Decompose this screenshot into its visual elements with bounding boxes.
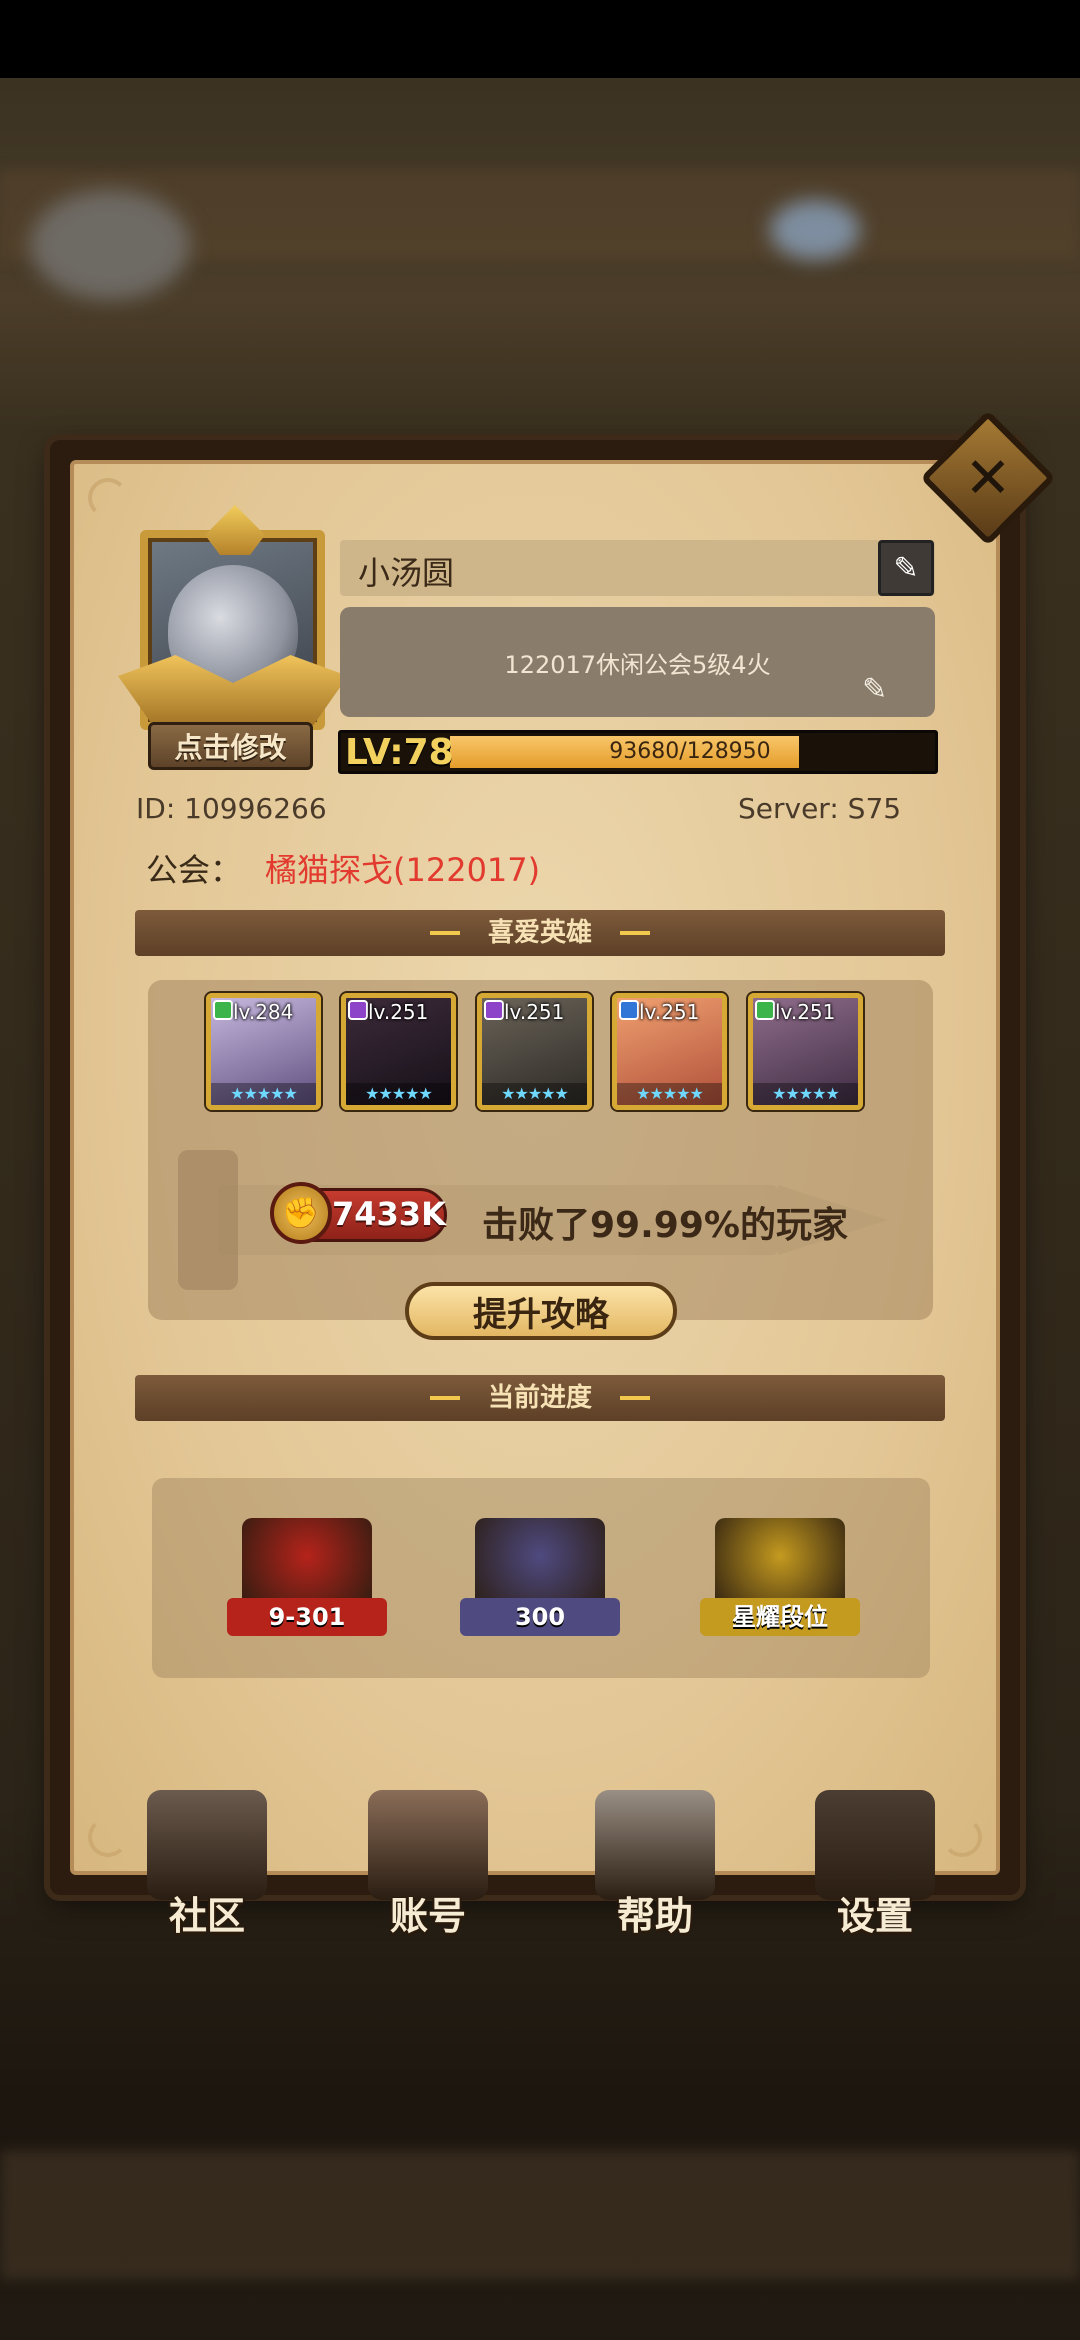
current-progress-title: 当前进度 (487, 1383, 592, 1413)
hero-card[interactable]: lv.251 ★★★★★ (477, 993, 592, 1110)
player-name: 小汤圆 (358, 554, 455, 592)
hero-stars: ★★★★★ (346, 1083, 451, 1105)
hero-level: lv.251 (639, 1000, 700, 1024)
hero-card[interactable]: lv.251 ★★★★★ (748, 993, 863, 1110)
nav-label: 帮助 (616, 1894, 693, 1938)
chat-bubble-icon (595, 1790, 715, 1900)
progress-item[interactable]: 9-301 (212, 1518, 402, 1643)
level-label: LV:78 (345, 731, 454, 773)
element-icon (348, 1000, 368, 1020)
improve-strategy-button[interactable]: 提升攻略 (405, 1282, 677, 1340)
guild-name[interactable]: 橘猫探戈(122017) (265, 845, 540, 891)
corner-ornament (942, 1817, 982, 1857)
pencil-icon: ✎ (893, 550, 919, 586)
progress-label: 9-301 (227, 1598, 387, 1636)
background-icon (770, 200, 860, 260)
hero-level: lv.251 (368, 1000, 429, 1024)
id-value: 10996266 (184, 792, 327, 825)
element-icon (213, 1000, 233, 1020)
hero-stars: ★★★★★ (753, 1083, 858, 1105)
player-id: ID: 10996266 (136, 792, 327, 825)
fist-glyph: ✊ (282, 1195, 320, 1231)
fist-icon: ✊ (270, 1182, 332, 1244)
nav-item[interactable]: 账号 (358, 1790, 498, 1940)
close-icon: ✕ (964, 445, 1012, 511)
favorite-heroes-title: 喜爱英雄 (487, 918, 592, 948)
hero-stars: ★★★★★ (482, 1083, 587, 1105)
server-value: S75 (847, 792, 902, 825)
server-info: Server: S75 (738, 792, 901, 825)
edit-signature-button[interactable]: ✎ (862, 672, 887, 707)
edit-name-button[interactable]: ✎ (878, 540, 934, 596)
progress-item[interactable]: 300 (445, 1518, 635, 1643)
nav-label: 账号 (389, 1894, 466, 1938)
server-label: Server: (738, 792, 839, 825)
nav-item[interactable]: 帮助 (585, 1790, 725, 1940)
background-portrait (30, 190, 190, 300)
combat-power-value: 7433K (332, 1195, 446, 1233)
hero-stars: ★★★★★ (617, 1083, 722, 1105)
account-card-icon (368, 1790, 488, 1900)
gear-icon (815, 1790, 935, 1900)
element-icon (755, 1000, 775, 1020)
exp-text: 93680/128950 (609, 739, 771, 764)
hero-level: lv.251 (775, 1000, 836, 1024)
hero-level: lv.251 (504, 1000, 565, 1024)
hero-card[interactable]: lv.251 ★★★★★ (341, 993, 456, 1110)
castle-icon (147, 1790, 267, 1900)
corner-ornament (88, 1817, 128, 1857)
id-label: ID: (136, 792, 176, 825)
progress-label: 300 (460, 1598, 620, 1636)
hero-card[interactable]: lv.251 ★★★★★ (612, 993, 727, 1110)
corner-ornament (88, 478, 128, 518)
nav-item[interactable]: 设置 (805, 1790, 945, 1940)
ranking-text: 击败了99.99%的玩家 (482, 1205, 848, 1246)
progress-label: 星耀段位 (700, 1598, 860, 1636)
hero-level: lv.284 (233, 1000, 294, 1024)
nav-label: 设置 (836, 1894, 913, 1938)
hero-card[interactable]: lv.284 ★★★★★ (206, 993, 321, 1110)
edit-avatar-button[interactable]: 点击修改 (148, 722, 313, 770)
nav-label: 社区 (168, 1894, 245, 1938)
element-icon (619, 1000, 639, 1020)
pencil-icon: ✎ (862, 672, 888, 707)
background-bottom-bar (0, 2150, 1080, 2280)
signature-text: 122017休闲公会5级4火 (504, 651, 771, 679)
guild-label: 公会： (146, 851, 243, 889)
progress-item[interactable]: 星耀段位 (685, 1518, 875, 1643)
nav-item[interactable]: 社区 (137, 1790, 277, 1940)
hero-stars: ★★★★★ (211, 1083, 316, 1105)
element-icon (484, 1000, 504, 1020)
